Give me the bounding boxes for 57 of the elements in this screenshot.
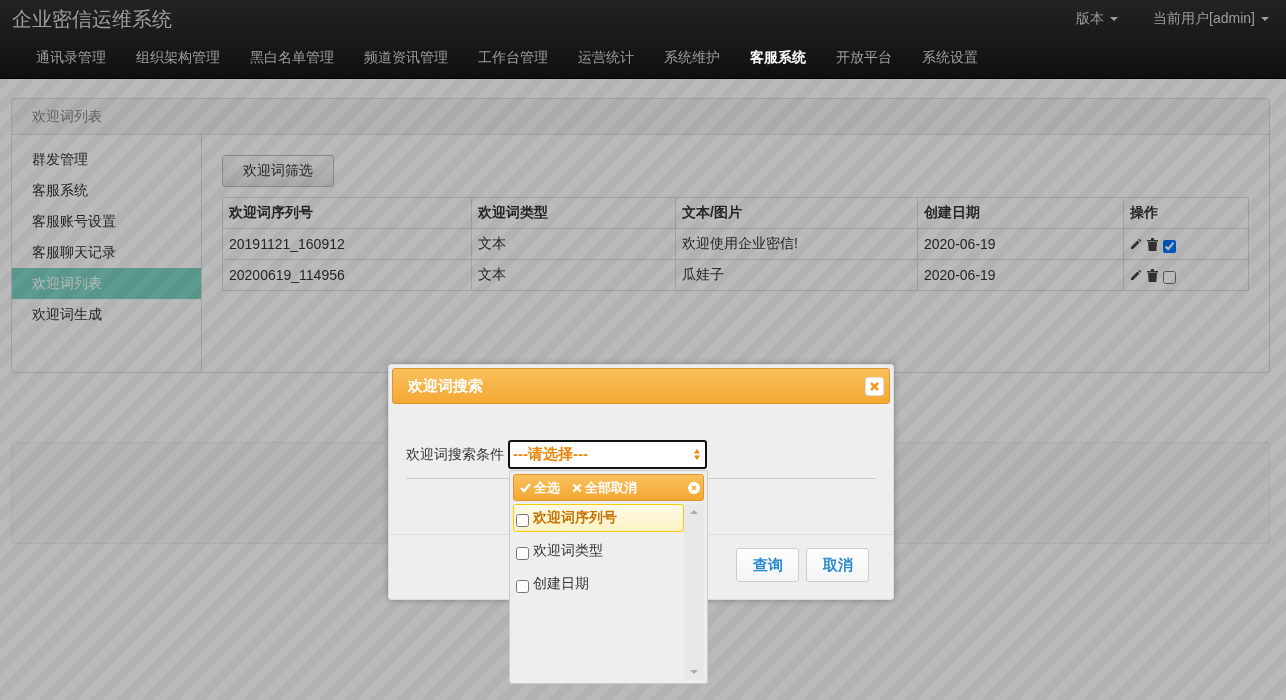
table-cell: 20191121_160912 (222, 228, 472, 260)
trash-icon[interactable] (1147, 237, 1158, 251)
sidebar-item[interactable]: 群发管理 (12, 144, 201, 175)
column-header: 创建日期 (917, 197, 1124, 229)
nav-tab[interactable]: 黑白名单管理 (235, 49, 349, 67)
row-checkbox[interactable] (1163, 270, 1176, 284)
app-title: 企业密信运维系统 (12, 6, 173, 32)
nav-tab[interactable]: 频道资讯管理 (349, 49, 463, 67)
table-cell: 2020-06-19 (917, 259, 1124, 291)
column-header: 文本/图片 (675, 197, 918, 229)
sidebar-item[interactable]: 客服账号设置 (12, 206, 201, 237)
dropdown-option[interactable]: 创建日期 (513, 570, 684, 598)
table-cell: 欢迎使用企业密信! (675, 228, 918, 260)
filter-button[interactable]: 欢迎词筛选 (222, 155, 334, 187)
sidebar-item[interactable]: 欢迎词生成 (12, 299, 201, 330)
nav-tab[interactable]: 组织架构管理 (121, 49, 235, 67)
caret-icon (1110, 17, 1119, 21)
nav-tab[interactable]: 运营统计 (563, 49, 649, 67)
dialog-title: 欢迎词搜索 (408, 376, 484, 396)
sidebar-item[interactable]: 客服系统 (12, 175, 201, 206)
row-checkbox[interactable] (1163, 239, 1176, 253)
sidebar-item[interactable]: 客服聊天记录 (12, 237, 201, 268)
table-cell: 2020-06-19 (917, 228, 1124, 260)
sort-caret-icon (694, 449, 700, 460)
dialog-button[interactable]: 取消 (806, 548, 869, 582)
close-icon (869, 380, 880, 392)
nav-tab[interactable]: 工作台管理 (463, 49, 563, 67)
table-cell: 瓜娃子 (675, 259, 918, 291)
nav-tab[interactable]: 系统设置 (907, 49, 993, 67)
select-all-label: 全选 (534, 478, 560, 497)
option-checkbox[interactable] (516, 513, 529, 527)
table-cell: 20200619_114956 (222, 259, 472, 291)
scrollbar[interactable] (684, 504, 704, 680)
close-icon (572, 482, 582, 493)
dropdown-option[interactable]: 欢迎词类型 (513, 537, 684, 565)
pencil-icon[interactable] (1130, 269, 1142, 281)
nav-tab[interactable]: 系统维护 (649, 49, 735, 67)
nav-tab[interactable]: 开放平台 (821, 49, 907, 67)
field-label: 欢迎词搜索条件 (406, 445, 504, 464)
trash-icon[interactable] (1147, 268, 1158, 282)
column-header: 欢迎词序列号 (222, 197, 472, 229)
check-icon (520, 482, 531, 493)
deselect-all-label: 全部取消 (585, 478, 637, 497)
dropdown-menu[interactable]: 版本 (1076, 10, 1124, 28)
option-checkbox[interactable] (516, 546, 529, 560)
table-cell: 文本 (471, 228, 676, 260)
pencil-icon[interactable] (1130, 238, 1142, 250)
panel-heading: 欢迎词列表 (12, 99, 1269, 135)
caret-icon (1261, 17, 1269, 21)
option-checkbox[interactable] (516, 579, 529, 593)
nav-tab[interactable]: 通讯录管理 (21, 49, 121, 67)
column-header: 欢迎词类型 (471, 197, 676, 229)
table-cell: 文本 (471, 259, 676, 291)
dropdown-menu[interactable]: 当前用户[admin] (1153, 10, 1274, 28)
nav-tab[interactable]: 客服系统 (735, 49, 821, 67)
dialog-button[interactable]: 查询 (736, 548, 799, 582)
column-header: 操作 (1123, 197, 1249, 229)
